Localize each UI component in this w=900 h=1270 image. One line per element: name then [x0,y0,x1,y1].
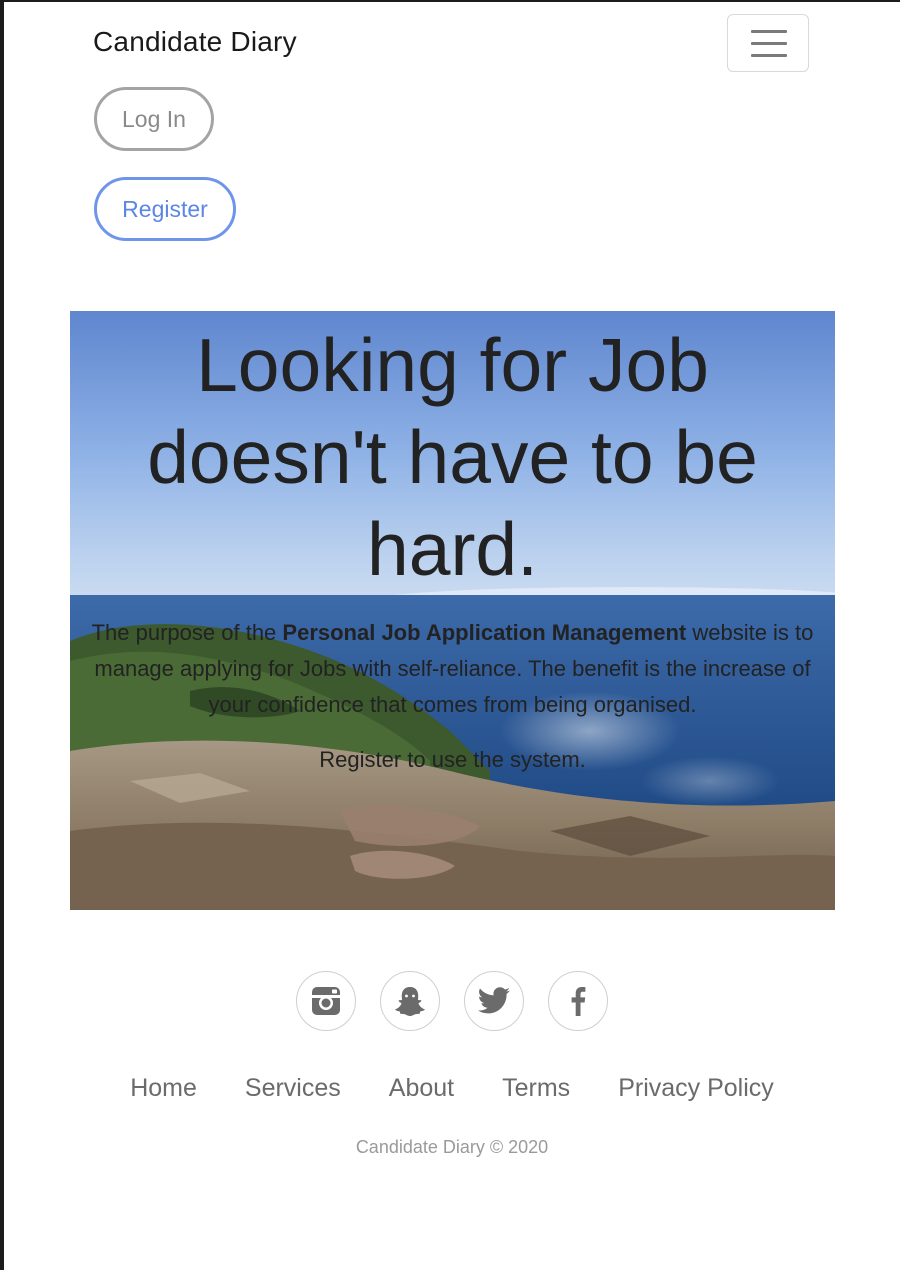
snapchat-link[interactable] [380,971,440,1031]
instagram-icon [312,987,340,1015]
facebook-icon [571,987,586,1016]
hamburger-menu-icon [751,30,787,33]
footer-nav: Home Services About Terms Privacy Policy [2,1074,900,1103]
hero-description-highlight: Personal Job Application Management [282,620,687,645]
footer-link-home[interactable]: Home [130,1074,197,1103]
login-button[interactable]: Log In [94,87,214,151]
hero-title: Looking for Job doesn't have to be hard. [147,323,758,591]
footer-link-privacy-policy[interactable]: Privacy Policy [618,1074,774,1103]
twitter-icon [477,987,510,1014]
footer-link-about[interactable]: About [389,1074,454,1103]
hamburger-menu-icon-bar [751,42,787,45]
hero-description-intro: The purpose of the [91,620,283,645]
hamburger-menu-icon-bar [751,54,787,57]
hero-section: Looking for Job doesn't have to be hard.… [70,311,835,910]
instagram-link[interactable] [296,971,356,1031]
hero-cta-text: Register to use the system. [319,747,586,772]
facebook-link[interactable] [548,971,608,1031]
navbar-toggler-button[interactable] [727,14,809,72]
snapchat-icon [395,987,425,1016]
navbar-brand[interactable]: Candidate Diary [93,26,297,58]
twitter-link[interactable] [464,971,524,1031]
register-button[interactable]: Register [94,177,236,241]
footer-link-terms[interactable]: Terms [502,1074,570,1103]
hero-description: The purpose of the Personal Job Applicat… [70,615,835,723]
social-links [296,971,608,1031]
window-top-border [0,0,900,2]
footer-link-services[interactable]: Services [245,1074,341,1103]
copyright-text: Candidate Diary © 2020 [355,1137,549,1157]
